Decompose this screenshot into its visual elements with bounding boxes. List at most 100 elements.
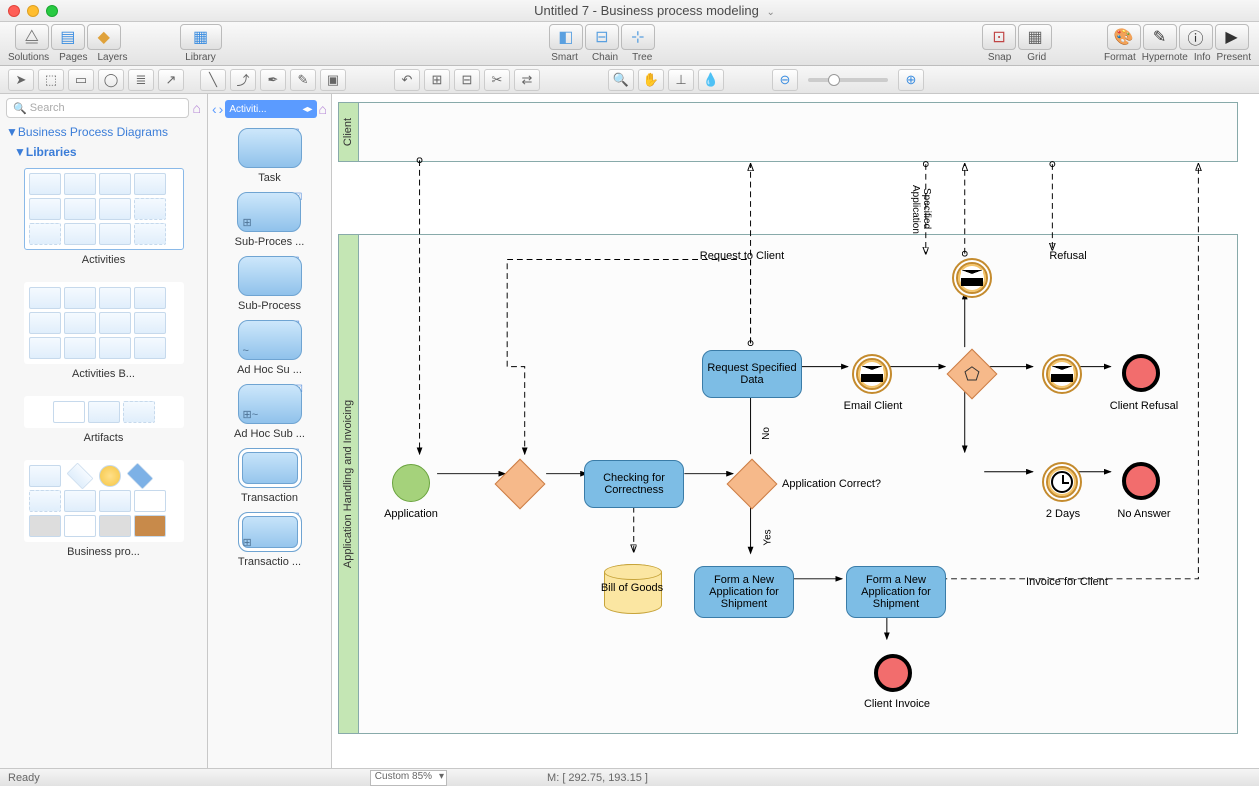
search-input[interactable]: 🔍 Search bbox=[6, 98, 189, 118]
text-tool[interactable]: ≣ bbox=[128, 69, 154, 91]
connector-tool[interactable]: ╲ bbox=[200, 69, 226, 91]
shape-adhoc-sub[interactable]: ☑⊞~Ad Hoc Sub ... bbox=[234, 384, 305, 440]
email-label: Email Client bbox=[838, 400, 908, 412]
eyedropper-tool[interactable]: 💧 bbox=[698, 69, 724, 91]
tree-libraries[interactable]: ▼Libraries bbox=[0, 142, 207, 162]
tree-button[interactable]: ⊹ bbox=[621, 24, 655, 50]
end-client-invoice[interactable] bbox=[874, 654, 912, 692]
event-email-client[interactable] bbox=[852, 354, 892, 394]
curve-tool[interactable]: ⤴ bbox=[230, 69, 256, 91]
shape-task[interactable]: ☑Task bbox=[238, 128, 302, 184]
minimize-window[interactable] bbox=[27, 5, 39, 17]
info-icon: ⓘ bbox=[1188, 25, 1204, 49]
maximize-window[interactable] bbox=[46, 5, 58, 17]
lib-bp-label: Business pro... bbox=[0, 544, 207, 568]
task-form1[interactable]: Form a New Application for Shipment bbox=[694, 566, 794, 618]
distribute-tool[interactable]: ⊟ bbox=[454, 69, 480, 91]
lib-business-pro[interactable] bbox=[24, 460, 184, 542]
close-window[interactable] bbox=[8, 5, 20, 17]
status-ready: Ready bbox=[8, 772, 40, 784]
bill-label: Bill of Goods bbox=[592, 582, 672, 594]
info-button[interactable]: ⓘ bbox=[1179, 24, 1213, 50]
shape-adhoc-c[interactable]: ☑~Ad Hoc Su ... bbox=[237, 320, 302, 376]
pointer-tool[interactable]: ➤ bbox=[8, 69, 34, 91]
format-button[interactable]: 🎨 bbox=[1107, 24, 1141, 50]
delete-tool[interactable]: ▣ bbox=[320, 69, 346, 91]
stamp-tool[interactable]: ⊥ bbox=[668, 69, 694, 91]
undo-tool[interactable]: ↶ bbox=[394, 69, 420, 91]
event-refusal-mail[interactable] bbox=[1042, 354, 1082, 394]
event-2days[interactable] bbox=[1042, 462, 1082, 502]
req-to-client-label: Request to Client bbox=[682, 250, 802, 262]
tree-lib-label: Libraries bbox=[26, 145, 77, 159]
title-chevron-icon[interactable]: ⌄ bbox=[762, 7, 774, 18]
task-request-data[interactable]: Request Specified Data bbox=[702, 350, 802, 398]
align-tool[interactable]: ⊞ bbox=[424, 69, 450, 91]
join-tool[interactable]: ⇄ bbox=[514, 69, 540, 91]
shape-transaction-c[interactable]: ☑⊞Transactio ... bbox=[238, 512, 302, 568]
event-top-mail[interactable] bbox=[952, 258, 992, 298]
hand-tool[interactable]: ✋ bbox=[638, 69, 664, 91]
lane-client-label: Client bbox=[339, 103, 359, 161]
form2-label: Form a New Application for Shipment bbox=[851, 574, 941, 610]
pages-button[interactable]: ▤ bbox=[51, 24, 85, 50]
line-tool[interactable]: ↗ bbox=[158, 69, 184, 91]
task-form2[interactable]: Form a New Application for Shipment bbox=[846, 566, 946, 618]
end-no-answer[interactable] bbox=[1122, 462, 1160, 500]
task-check[interactable]: Checking for Correctness bbox=[584, 460, 684, 508]
hypernote-label: Hypernote bbox=[1142, 52, 1188, 63]
tree-bpd[interactable]: ▼Business Process Diagrams bbox=[0, 122, 207, 142]
zoom-in-button[interactable]: ⊕ bbox=[898, 69, 924, 91]
layers-icon: ◆ bbox=[98, 27, 110, 47]
smart-button[interactable]: ◧ bbox=[549, 24, 583, 50]
shapes-home-icon[interactable]: ⌂ bbox=[319, 101, 327, 117]
marquee-tool[interactable]: ⬚ bbox=[38, 69, 64, 91]
zoom-slider[interactable] bbox=[808, 78, 888, 82]
tb-snap-group: ⊡ ▦ Snap Grid bbox=[982, 24, 1052, 63]
home-icon[interactable]: ⌂ bbox=[193, 100, 201, 116]
snap-icon: ⊡ bbox=[992, 27, 1005, 47]
tb-format-group: 🎨 ✎ ⓘ ▶ Format Hypernote Info Present bbox=[1104, 24, 1251, 63]
window-controls bbox=[8, 5, 58, 17]
tool-row: ➤ ⬚ ▭ ◯ ≣ ↗ ╲ ⤴ ✒ ✎ ▣ ↶ ⊞ ⊟ ✂ ⇄ 🔍 ✋ ⊥ 💧 … bbox=[0, 66, 1259, 94]
shapes-prev[interactable]: ‹ bbox=[212, 101, 217, 117]
break-tool[interactable]: ✂ bbox=[484, 69, 510, 91]
hypernote-button[interactable]: ✎ bbox=[1143, 24, 1177, 50]
lib-activities-label: Activities bbox=[0, 252, 207, 276]
shape-subprocess[interactable]: ☑Sub-Process bbox=[238, 256, 302, 312]
pencil-tool[interactable]: ✎ bbox=[290, 69, 316, 91]
main-toolbar: ⧋ ▤ ◆ Solutions Pages Layers ▦ Library ◧… bbox=[0, 22, 1259, 66]
lib-activities[interactable] bbox=[24, 168, 184, 250]
shapes-dropdown[interactable]: Activiti...◂▸ bbox=[225, 100, 316, 118]
zoom-dropdown[interactable]: Custom 85% bbox=[370, 770, 447, 786]
solutions-button[interactable]: ⧋ bbox=[15, 24, 49, 50]
shape-subprocess-c[interactable]: ☑⊞Sub-Proces ... bbox=[235, 192, 305, 248]
zoom-thumb[interactable] bbox=[828, 74, 840, 86]
rect-tool[interactable]: ▭ bbox=[68, 69, 94, 91]
chain-button[interactable]: ⊟ bbox=[585, 24, 619, 50]
zoom-tool[interactable]: 🔍 bbox=[608, 69, 634, 91]
canvas[interactable]: Client Application Handling and Invoicin… bbox=[332, 94, 1247, 756]
shape-transaction[interactable]: ☑Transaction bbox=[238, 448, 302, 504]
library-button[interactable]: ▦ bbox=[180, 24, 222, 50]
client-invoice-label: Client Invoice bbox=[852, 698, 942, 710]
check-label: Checking for Correctness bbox=[589, 472, 679, 496]
end-client-refusal[interactable] bbox=[1122, 354, 1160, 392]
lib-activities-b[interactable] bbox=[24, 282, 184, 364]
snap-button[interactable]: ⊡ bbox=[982, 24, 1016, 50]
mouse-position: M: [ 292.75, 193.15 ] bbox=[547, 772, 648, 784]
tree-bpd-label: Business Process Diagrams bbox=[18, 125, 168, 139]
start-application[interactable] bbox=[392, 464, 430, 502]
zoom-out-button[interactable]: ⊖ bbox=[772, 69, 798, 91]
pool-client[interactable]: Client bbox=[338, 102, 1238, 162]
ellipse-tool[interactable]: ◯ bbox=[98, 69, 124, 91]
library-label: Library bbox=[185, 52, 216, 63]
shapes-next[interactable]: › bbox=[219, 101, 224, 117]
pen-tool[interactable]: ✒ bbox=[260, 69, 286, 91]
present-button[interactable]: ▶ bbox=[1215, 24, 1249, 50]
layers-button[interactable]: ◆ bbox=[87, 24, 121, 50]
layers-label: Layers bbox=[98, 52, 128, 63]
lib-artifacts[interactable] bbox=[24, 396, 184, 428]
grid-button[interactable]: ▦ bbox=[1018, 24, 1052, 50]
title-text: Untitled 7 - Business process modeling bbox=[534, 3, 759, 18]
